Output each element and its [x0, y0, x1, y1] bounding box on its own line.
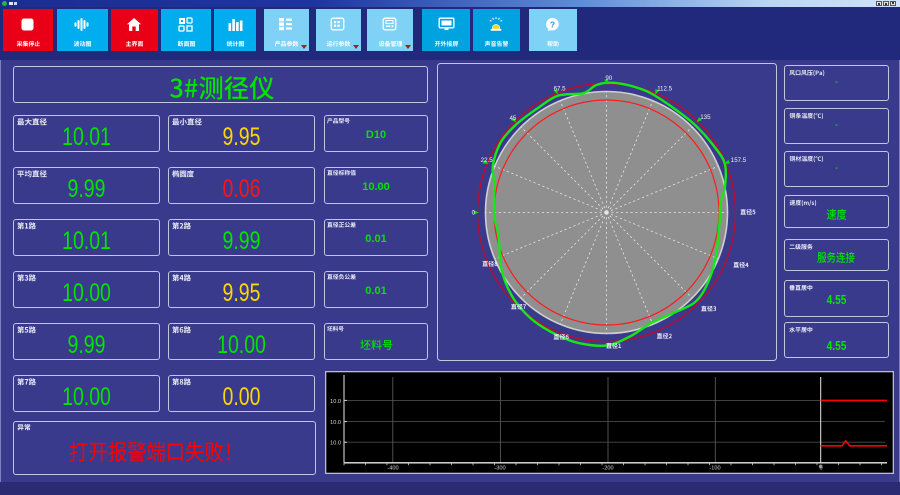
svg-text:45: 45 — [509, 115, 516, 122]
svg-text:157.5: 157.5 — [731, 157, 747, 164]
svg-text:0: 0 — [472, 210, 476, 217]
svg-text:22.5: 22.5 — [481, 157, 494, 164]
svg-text:-300: -300 — [494, 466, 505, 472]
svg-text:90: 90 — [605, 75, 612, 82]
svg-text:10.0: 10.0 — [330, 399, 341, 405]
svg-text:112.5: 112.5 — [657, 86, 673, 93]
svg-text:-200: -200 — [602, 466, 613, 472]
svg-text:?: ? — [550, 19, 555, 29]
svg-text:-400: -400 — [387, 466, 398, 472]
svg-text:135: 135 — [700, 114, 711, 121]
svg-text:-100: -100 — [709, 466, 720, 472]
svg-text:10.0: 10.0 — [330, 441, 341, 447]
svg-text:67.5: 67.5 — [554, 86, 567, 93]
svg-text:10.0: 10.0 — [330, 420, 341, 426]
